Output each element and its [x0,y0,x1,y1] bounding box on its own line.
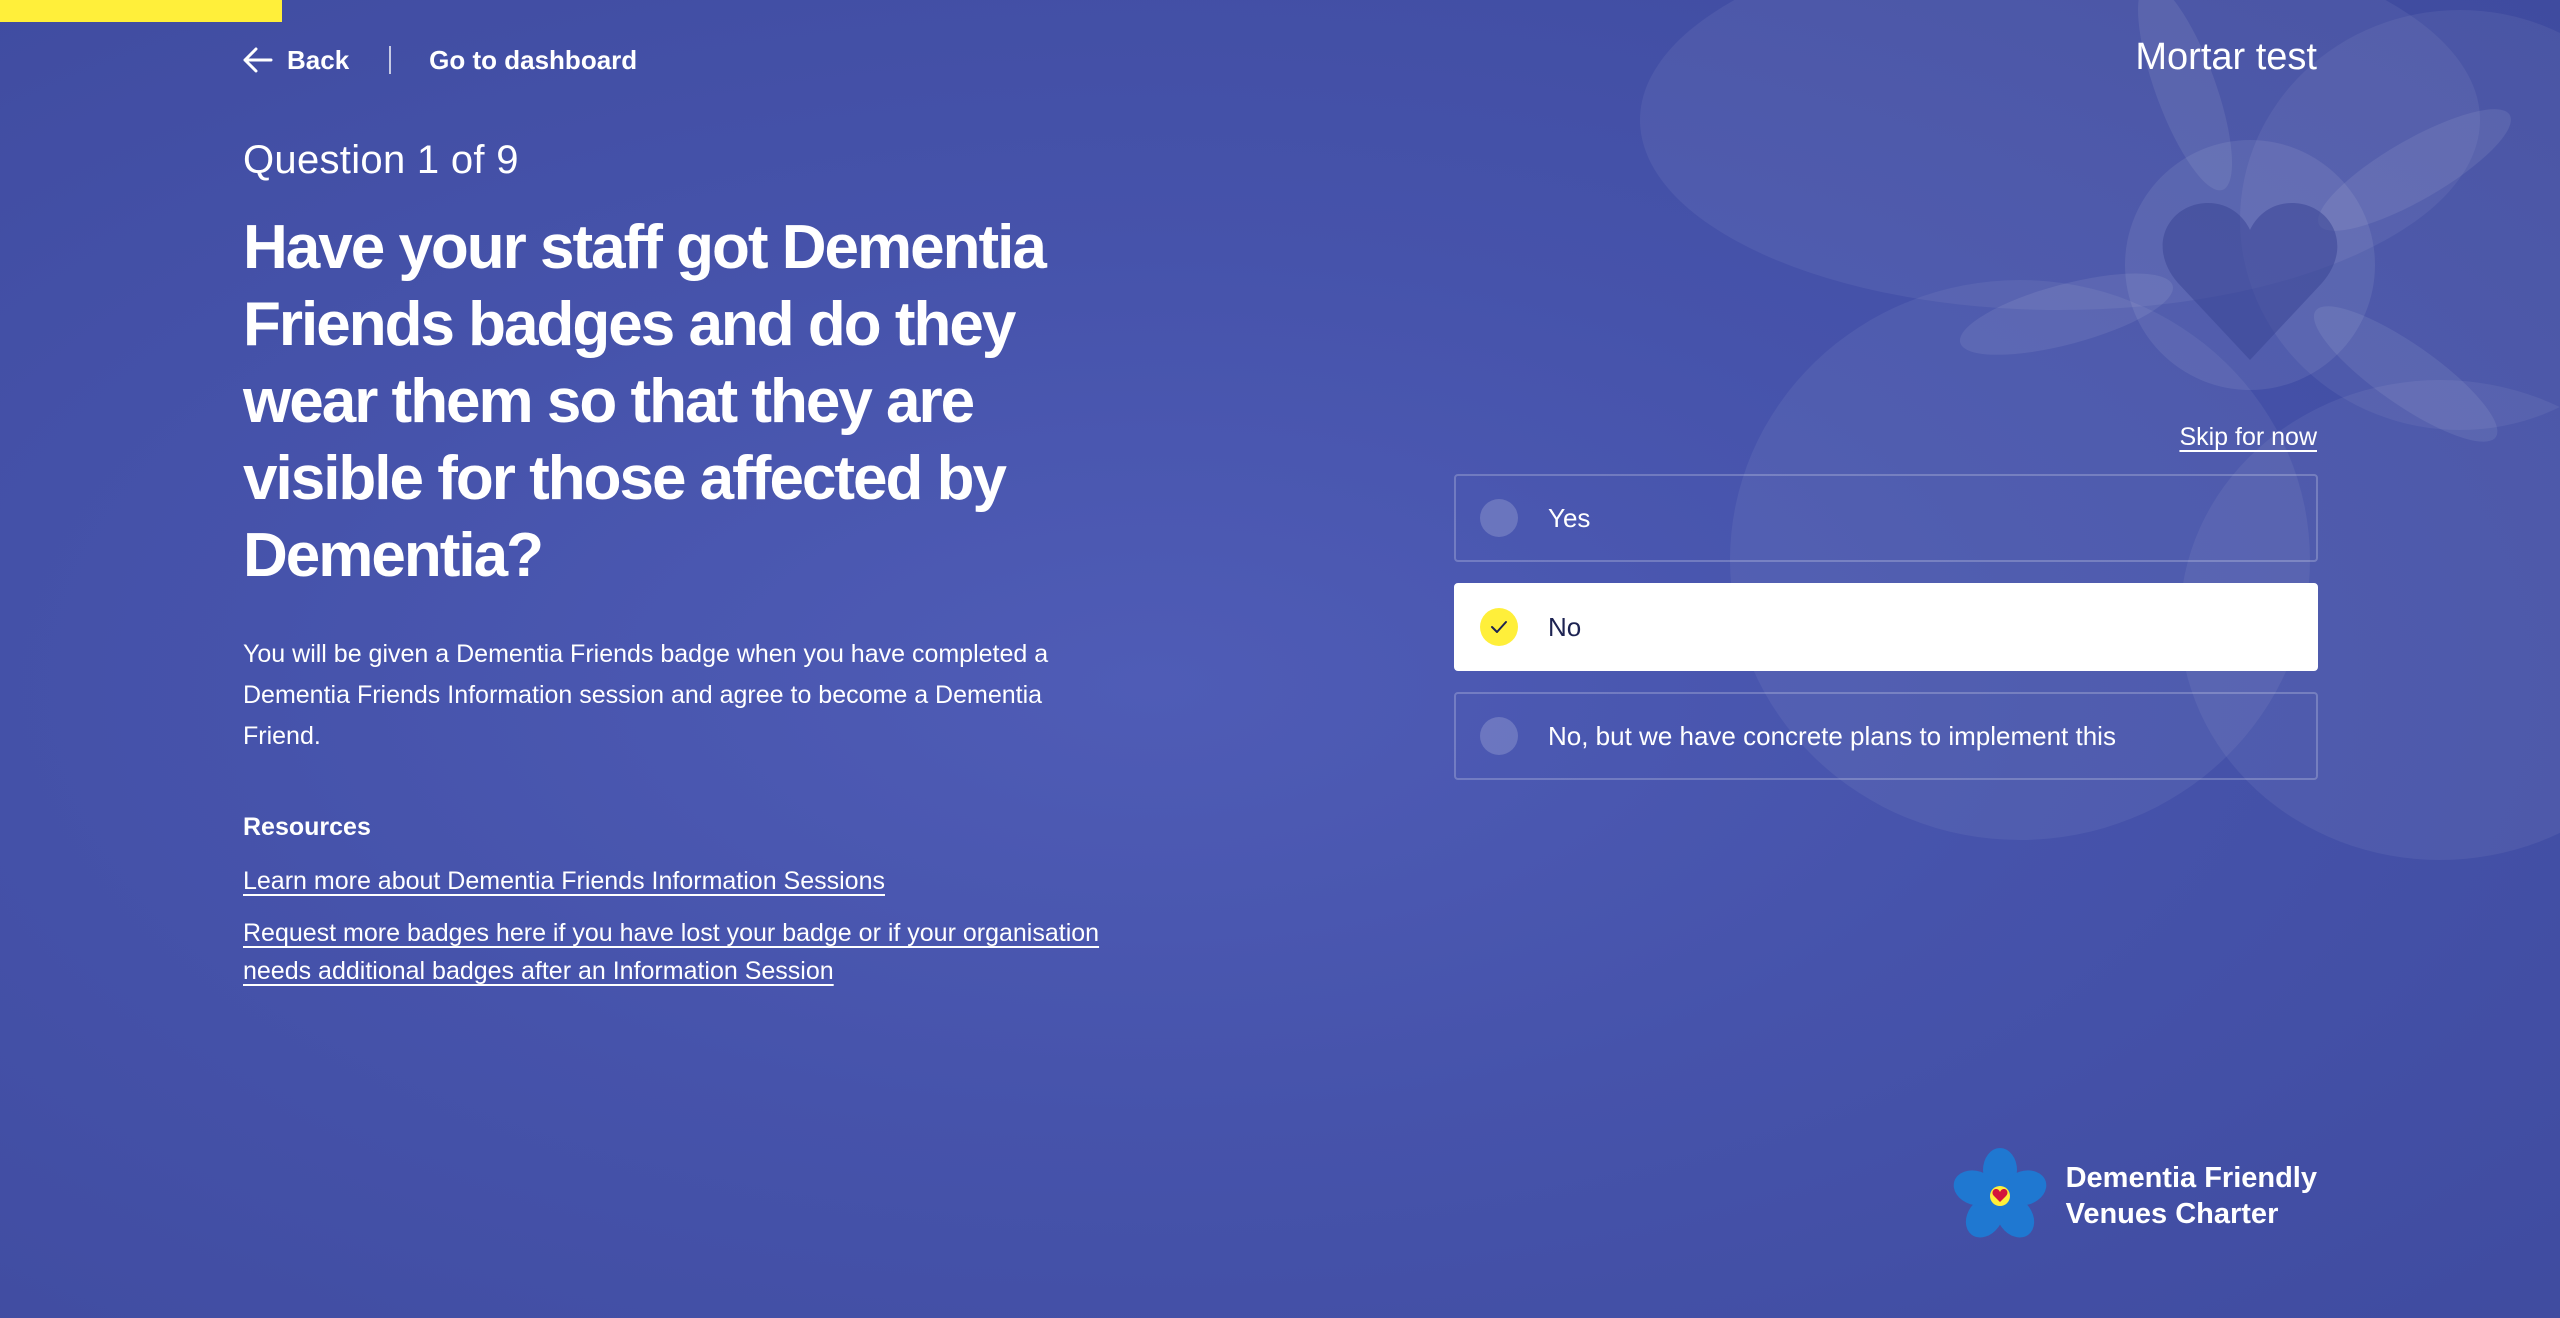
resource-link-info-sessions[interactable]: Learn more about Dementia Friends Inform… [243,862,1123,900]
answer-option-label: Yes [1548,502,1591,533]
answer-option-no[interactable]: No [1454,583,2318,671]
radio-indicator [1480,717,1518,755]
answer-option-yes[interactable]: Yes [1454,474,2318,562]
resource-link-request-badges[interactable]: Request more badges here if you have los… [243,914,1123,990]
charter-logo-text: Dementia Friendly Venues Charter [2066,1160,2317,1232]
question-panel: Question 1 of 9 Have your staff got Deme… [243,130,1123,1004]
charter-logo: Dementia Friendly Venues Charter [1950,1146,2317,1246]
nav-divider [389,46,392,74]
answer-option-label: No, but we have concrete plans to implem… [1548,720,2116,751]
check-icon [1491,621,1507,633]
question-title: Have your staff got Dementia Friends bad… [243,213,1047,590]
question-description: You will be given a Dementia Friends bad… [243,640,1049,750]
answer-option-no-but-plans[interactable]: No, but we have concrete plans to implem… [1454,692,2318,780]
back-link-label: Back [287,44,350,75]
progress-bar [0,0,282,22]
resources-heading: Resources [243,813,371,841]
charter-logo-line2: Venues Charter [2065,1198,2279,1230]
venue-name: Mortar test [2135,36,2317,78]
skip-button[interactable]: Skip for now [2179,423,2317,452]
radio-indicator [1480,499,1518,537]
back-link[interactable]: Back [243,45,349,76]
question-counter: Question 1 of 9 [243,138,519,182]
charter-logo-line1: Dementia Friendly [2065,1162,2317,1194]
radio-indicator-selected [1480,608,1518,646]
forget-me-not-flower-icon [1953,1148,2046,1238]
top-navigation: Back Go to dashboard [243,40,637,80]
arrow-left-icon [243,47,273,73]
dashboard-link[interactable]: Go to dashboard [429,45,637,76]
answer-option-label: No [1548,611,1582,642]
answer-options: Yes No No, but we have concrete plans to… [1454,474,2318,801]
dashboard-link-label: Go to dashboard [429,44,638,75]
